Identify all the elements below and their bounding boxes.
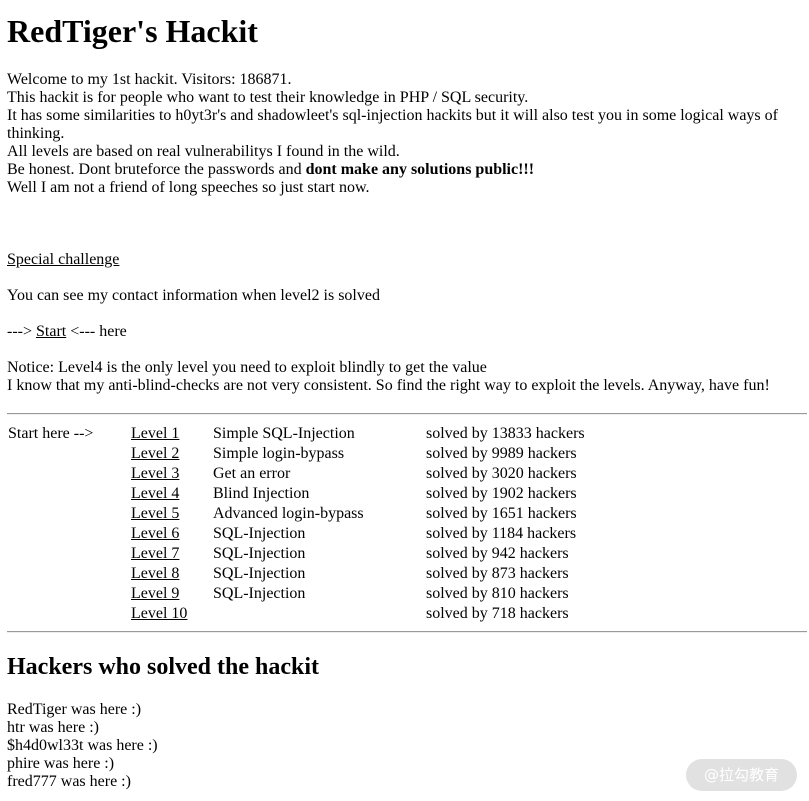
level-solved-count: solved by 1902 hackers [426, 485, 577, 502]
intro-line-honesty: Be honest. Dont bruteforce the passwords… [7, 161, 807, 179]
level-link[interactable]: Level 9 [131, 585, 179, 602]
level-solved-count: solved by 1184 hackers [426, 525, 577, 542]
hacker-entry: RedTiger was here :) [7, 701, 142, 718]
hacker-entry: $h4d0wl33t was here :) [7, 737, 158, 754]
level-solved-count: solved by 718 hackers [426, 605, 569, 622]
level-solved-count: solved by 3020 hackers [426, 465, 577, 482]
level-row: Level 5 Advanced login-bypass solved by 16… [7, 504, 606, 524]
level-link[interactable]: Level 7 [131, 545, 179, 562]
level-solved-count: solved by 942 hackers [426, 545, 569, 562]
level-link[interactable]: Level 1 [131, 425, 179, 442]
level-description: SQL-Injection [213, 565, 306, 582]
page-title: RedTiger's Hackit [7, 13, 258, 49]
level-link-cell: Level 4 [130, 484, 212, 504]
level-solved-count: solved by 13833 hackers [426, 425, 585, 442]
special-challenge-row: Special challenge [7, 251, 807, 269]
level-link-cell: Level 5 [130, 504, 212, 524]
level-link[interactable]: Level 4 [131, 485, 179, 502]
intro-line-start-now: Well I am not a friend of long speeches … [7, 179, 370, 196]
level-row: Level 4 Blind Injection solved by 1902 hac… [7, 484, 606, 504]
intro-line-purpose: This hackit is for people who want to te… [7, 89, 529, 106]
level-row: Level 9 SQL-Injection solved by 810 hacker… [7, 584, 606, 604]
page-content: RedTiger's Hackit Welcome to my 1st hack… [7, 0, 807, 791]
level-solved-count: solved by 810 hackers [426, 585, 569, 602]
intro-line-vulnerabilities: All levels are based on real vulnerabili… [7, 143, 400, 160]
intro-text: Welcome to my 1st hackit. Visitors: 1868… [7, 71, 807, 197]
start-arrow-left: ---> [7, 323, 37, 340]
level-link-cell: Level 6 [130, 524, 212, 544]
level-link[interactable]: Level 6 [131, 525, 179, 542]
intro-line-visitors: Welcome to my 1st hackit. Visitors: 1868… [7, 71, 292, 88]
level-link[interactable]: Level 5 [131, 505, 179, 522]
level-row: Level 3 Get an error solved by 3020 hacker… [7, 464, 606, 484]
level-description: Simple login-bypass [213, 445, 345, 462]
level-link-cell: Level 2 [130, 444, 212, 464]
level-row: Level 7 SQL-Injection solved by 942 hacker… [7, 544, 606, 564]
notice-line-blind: Notice: Level4 is the only level you nee… [7, 359, 487, 376]
level-solved-count: solved by 9989 hackers [426, 445, 577, 462]
divider-bottom [7, 631, 807, 633]
level-description: SQL-Injection [213, 525, 306, 542]
level-row: Start here --> Level 1 Simple SQL-Injectio… [7, 424, 606, 444]
start-link[interactable]: Start [36, 323, 66, 340]
level-link-cell: Level 7 [130, 544, 212, 564]
watermark-badge: @拉勾教育 [686, 759, 797, 791]
level-link-cell: Level 3 [130, 464, 212, 484]
honesty-text: Be honest. Dont bruteforce the passwords… [7, 161, 306, 178]
levels-table: Start here --> Level 1 Simple SQL-Injectio… [7, 424, 606, 624]
level-row: Level 6 SQL-Injection solved by 1184 hacke… [7, 524, 606, 544]
level-row: Level 10 solved by 718 hackers [7, 604, 606, 624]
level-link[interactable]: Level 8 [131, 565, 179, 582]
start-arrow-right: <--- here [66, 323, 127, 340]
level-row-spacer [7, 464, 130, 484]
start-here-label: Start here --> [8, 425, 94, 442]
level-row-spacer [7, 504, 130, 524]
level-solved-count: solved by 1651 hackers [426, 505, 577, 522]
level-description: Simple SQL-Injection [213, 425, 355, 442]
divider-top [7, 413, 807, 415]
notice-line-have-fun: I know that my anti-blind-checks are not… [7, 377, 770, 394]
special-challenge-link[interactable]: Special challenge [7, 251, 119, 268]
level-row-spacer [7, 604, 130, 624]
level-link-cell: Level 8 [130, 564, 212, 584]
start-row: ---> Start <--- here [7, 323, 807, 341]
level-row-spacer [7, 444, 130, 464]
level-row-spacer [7, 544, 130, 564]
level-link[interactable]: Level 3 [131, 465, 179, 482]
hacker-entry: htr was here :) [7, 719, 99, 736]
intro-line-similarities: It has some similarities to h0yt3r's and… [7, 107, 778, 142]
level-row-spacer [7, 564, 130, 584]
level-link[interactable]: Level 2 [131, 445, 179, 462]
level-description: SQL-Injection [213, 545, 306, 562]
level-row: Level 2 Simple login-bypass solved by 9989… [7, 444, 606, 464]
level-solved-count: solved by 873 hackers [426, 565, 569, 582]
no-solutions-warning: dont make any solutions public!!! [305, 161, 535, 178]
hackers-heading: Hackers who solved the hackit [7, 654, 319, 680]
level-row-spacer [7, 524, 130, 544]
level-link[interactable]: Level 10 [131, 605, 187, 622]
level-link-cell: Level 9 [130, 584, 212, 604]
contact-note: You can see my contact information when … [7, 287, 380, 304]
level-description: SQL-Injection [213, 585, 306, 602]
level-row-spacer [7, 584, 130, 604]
level-row-spacer [7, 484, 130, 504]
level-description [212, 604, 425, 624]
level-link-cell: Level 10 [130, 604, 212, 624]
level-description: Get an error [213, 465, 291, 482]
level-description: Advanced login-bypass [213, 505, 364, 522]
level-link-cell: Level 1 [130, 424, 212, 444]
level-description: Blind Injection [213, 485, 310, 502]
level-row: Level 8 SQL-Injection solved by 873 hacker… [7, 564, 606, 584]
